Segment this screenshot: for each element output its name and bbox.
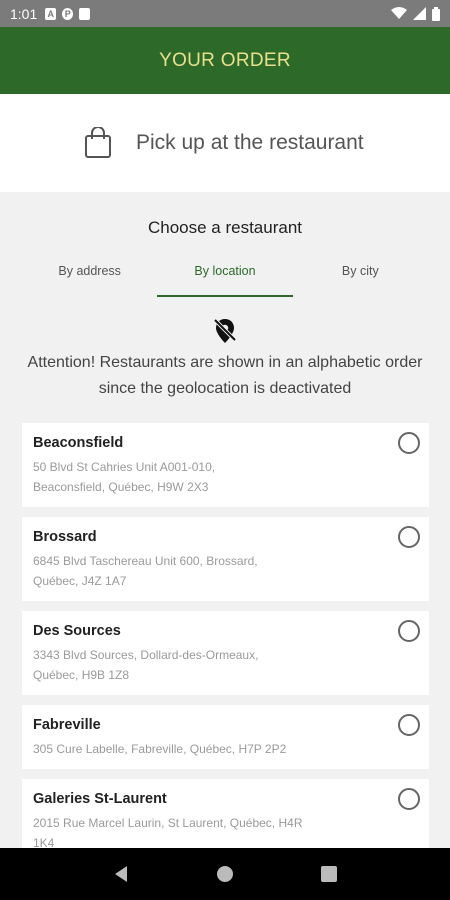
restaurant-name: Brossard [33,529,97,545]
radio-button[interactable] [398,526,420,548]
restaurant-list: Beaconsfield 50 Blvd St Cahries Unit A00… [22,423,429,873]
home-icon[interactable] [216,865,234,883]
restaurant-item-brossard[interactable]: Brossard 6845 Blvd Taschereau Unit 600, … [22,517,429,601]
status-time: 1:01 [10,5,38,22]
restaurant-name: Beaconsfield [33,435,124,451]
page-title: YOUR ORDER [159,49,291,71]
geolocation-notice: Attention! Restaurants are shown in an a… [27,354,423,397]
radio-button[interactable] [398,620,420,642]
notification-icons: A P [45,7,91,20]
pickup-label: Pick up at the restaurant [136,131,364,154]
tab-by-location[interactable]: By location [157,255,293,297]
wifi-icon [391,7,407,19]
restaurant-address: 6845 Blvd Taschereau Unit 600, Brossard,… [33,554,258,588]
restaurant-address: 3343 Blvd Sources, Dollard-des-Ormeaux, … [33,648,259,682]
restaurant-item-beaconsfield[interactable]: Beaconsfield 50 Blvd St Cahries Unit A00… [22,423,429,507]
radio-button[interactable] [398,432,420,454]
tabs: By address By location By city [22,255,428,297]
restaurant-item-des-sources[interactable]: Des Sources 3343 Blvd Sources, Dollard-d… [22,611,429,695]
app-bar: YOUR ORDER [0,27,450,94]
a-icon: A [45,7,57,20]
pickup-option[interactable]: Pick up at the restaurant [0,94,450,192]
restaurant-name: Des Sources [33,623,121,639]
system-icons [391,6,440,21]
section-title: Choose a restaurant [147,218,303,237]
radio-button[interactable] [398,714,420,736]
status-bar: 1:01 A P [0,0,450,27]
back-icon[interactable] [113,865,129,883]
shopping-bag-icon [85,127,111,158]
radio-button[interactable] [398,788,420,810]
restaurant-address: 305 Cure Labelle, Fabreville, Québec, H7… [33,742,287,756]
p-icon: P [62,7,74,20]
battery-icon [432,6,440,21]
restaurant-name: Fabreville [33,717,101,733]
tab-by-city[interactable]: By city [293,255,428,297]
tab-by-address[interactable]: By address [22,255,157,297]
navigation-bar [0,848,450,900]
restaurant-item-fabreville[interactable]: Fabreville 305 Cure Labelle, Fabreville,… [22,705,429,769]
restaurant-address: 50 Blvd St Cahries Unit A001-010, Beacon… [33,460,216,494]
recents-icon[interactable] [320,866,337,882]
sd-icon [79,7,91,20]
restaurant-address: 2015 Rue Marcel Laurin, St Laurent, Québ… [33,816,303,850]
location-off-icon [213,318,237,343]
signal-icon [413,7,426,20]
restaurant-name: Galeries St-Laurent [33,791,167,807]
